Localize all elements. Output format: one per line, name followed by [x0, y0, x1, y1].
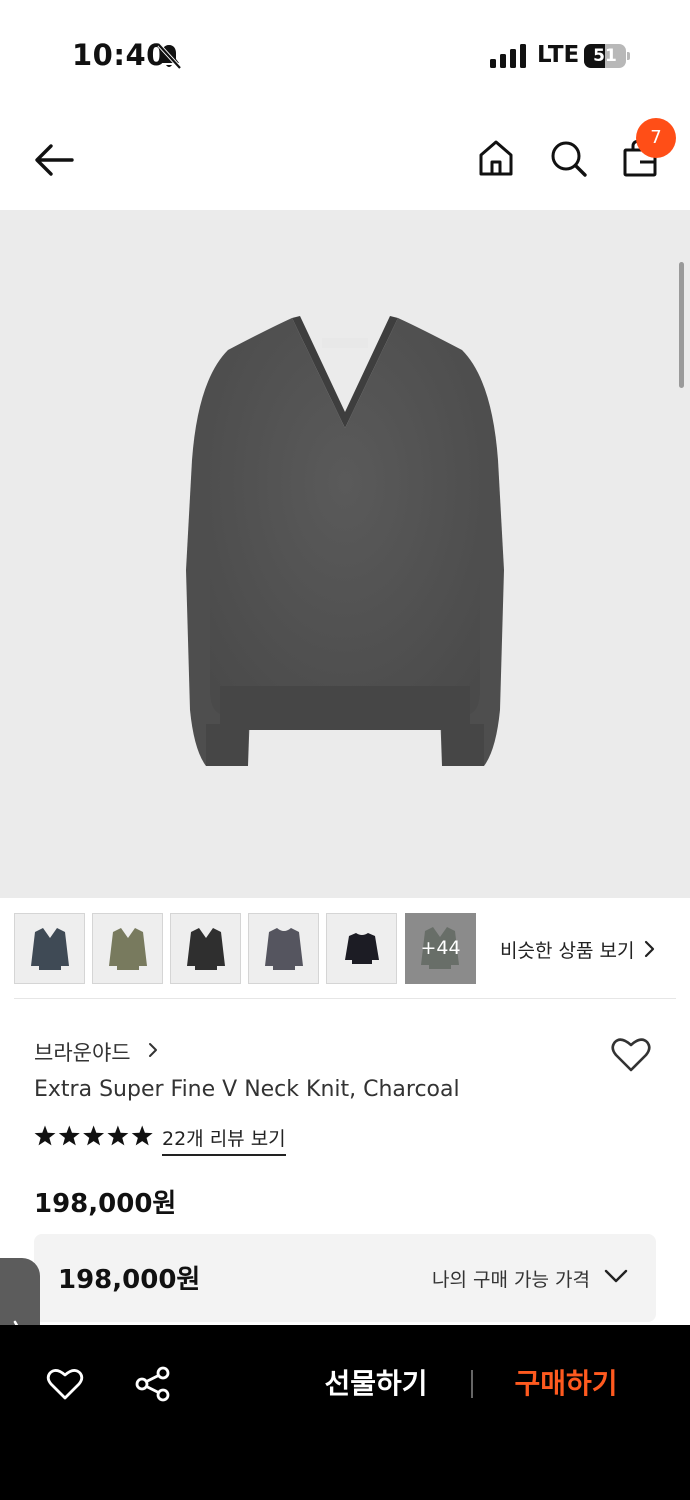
battery-percent: 51 — [593, 46, 617, 66]
search-icon[interactable] — [548, 138, 588, 178]
star-icon — [58, 1125, 80, 1146]
reviews-link[interactable]: 22개 리뷰 보기 — [162, 1124, 286, 1156]
thumbnail-3[interactable] — [170, 913, 241, 984]
battery-cap — [627, 52, 630, 60]
heart-icon[interactable] — [610, 1036, 652, 1074]
battery-indicator: 51 — [584, 44, 630, 68]
cart-count-badge[interactable]: 7 — [636, 118, 676, 158]
back-arrow-icon[interactable] — [32, 140, 76, 180]
rating-stars — [34, 1125, 153, 1146]
thumbnail-2[interactable] — [92, 913, 163, 984]
bell-muted-icon — [157, 43, 182, 70]
status-time: 10:40 — [72, 38, 167, 72]
gift-button[interactable]: 선물하기 — [306, 1361, 446, 1407]
chevron-right-icon — [644, 940, 655, 958]
buy-button[interactable]: 구매하기 — [496, 1361, 636, 1407]
similar-products-link[interactable]: 비슷한 상품 보기 — [500, 936, 634, 963]
network-label: LTE — [537, 42, 580, 68]
my-price-value: 198,000원 — [58, 1265, 201, 1295]
brand-link[interactable]: 브라운야드 — [34, 1037, 131, 1067]
star-icon — [34, 1125, 56, 1146]
product-price: 198,000원 — [34, 1189, 177, 1219]
star-icon — [131, 1125, 153, 1146]
nav-header — [0, 110, 690, 210]
star-icon — [83, 1125, 105, 1146]
product-image[interactable] — [0, 210, 690, 898]
chevron-right-icon — [149, 1043, 157, 1057]
thumbnail-1[interactable] — [14, 913, 85, 984]
divider — [14, 998, 676, 999]
chevron-down-icon — [604, 1269, 628, 1283]
home-icon[interactable] — [476, 138, 516, 178]
my-price-label: 나의 구매 가능 가격 — [432, 1269, 590, 1291]
scroll-indicator — [679, 262, 684, 388]
bottom-action-bar: 선물하기 구매하기 — [0, 1325, 690, 1500]
heart-icon[interactable] — [46, 1367, 84, 1401]
my-price-dropdown[interactable]: 198,000원 나의 구매 가능 가격 — [34, 1234, 656, 1322]
signal-icon — [490, 44, 526, 68]
star-icon — [107, 1125, 129, 1146]
thumbnail-more[interactable]: +44 — [405, 913, 476, 984]
sweater-image — [186, 316, 504, 766]
share-icon[interactable] — [134, 1365, 172, 1403]
thumbnail-more-count: +44 — [420, 937, 461, 959]
product-name: Extra Super Fine V Neck Knit, Charcoal — [34, 1077, 460, 1102]
battery-body: 51 — [584, 44, 626, 68]
status-bar: 10:40 LTE 51 — [0, 0, 690, 110]
divider — [471, 1370, 473, 1398]
thumbnail-4[interactable] — [248, 913, 319, 984]
thumbnail-5[interactable] — [326, 913, 397, 984]
